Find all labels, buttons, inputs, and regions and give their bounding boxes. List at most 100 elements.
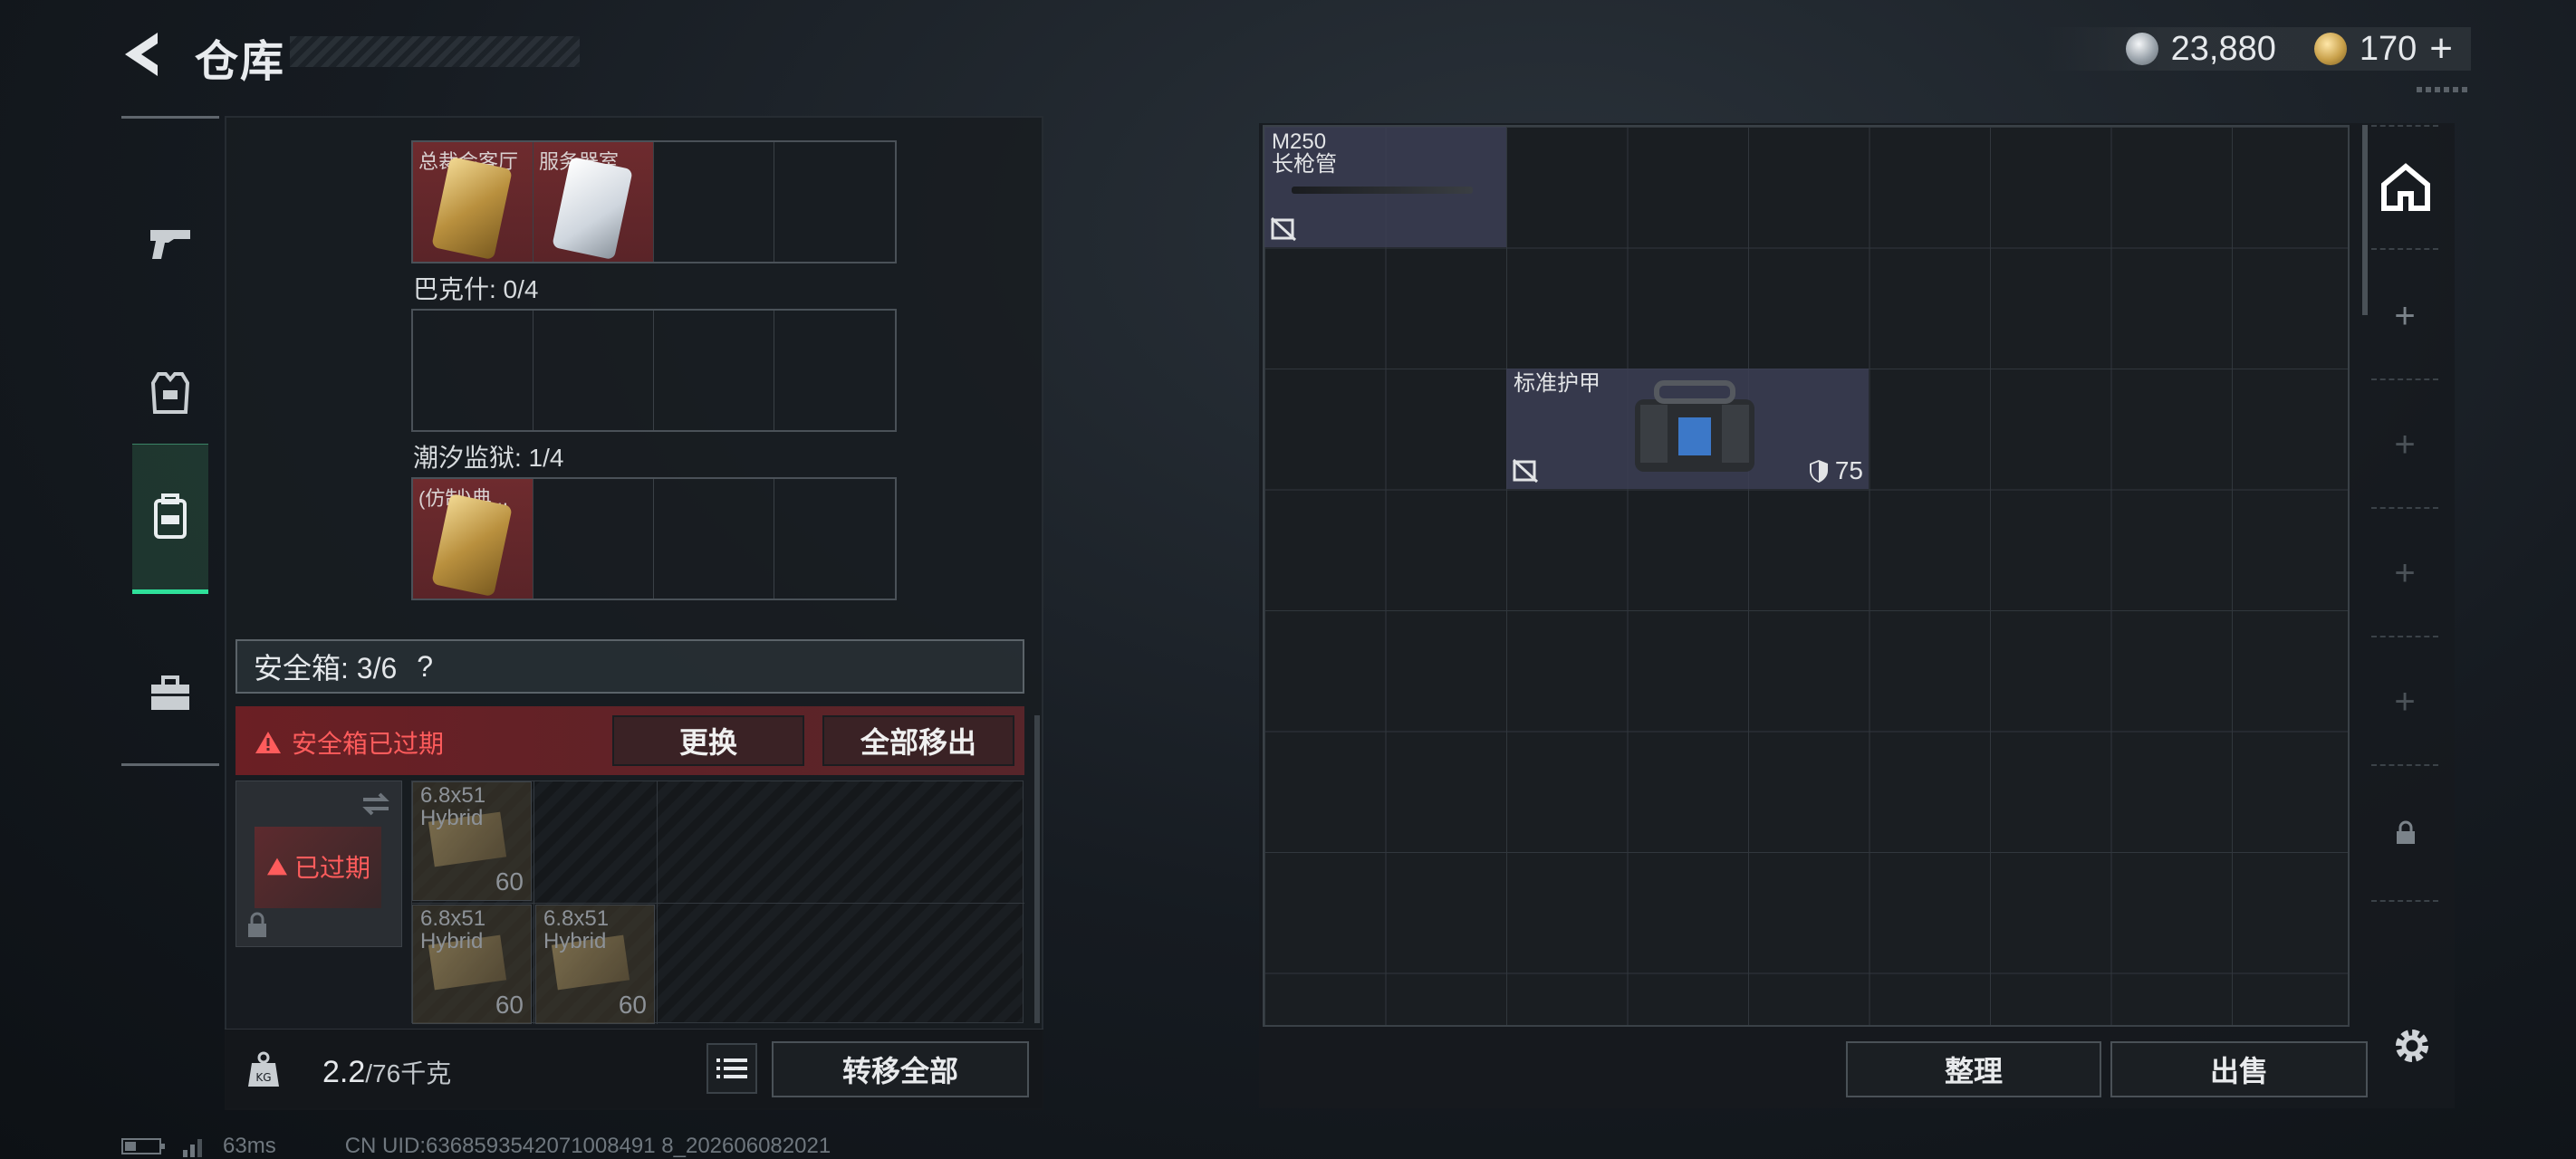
empty-slot[interactable] [533, 311, 654, 430]
category-rail [121, 116, 219, 766]
sort-button[interactable]: 整理 [1846, 1041, 2101, 1097]
tab-divider [2371, 764, 2438, 766]
lock-icon [248, 912, 266, 937]
decoration-dots [2417, 87, 2471, 92]
weight-display: 2.2/76千克 [322, 1054, 451, 1090]
empty-slot[interactable] [413, 311, 533, 430]
empty-slot[interactable] [774, 479, 895, 599]
list-view-button[interactable] [706, 1043, 757, 1094]
stash-grid: M250 长枪管 标准护甲 75 [1263, 125, 2350, 1027]
no-insure-icon [1512, 458, 1539, 484]
empty-slot[interactable] [654, 311, 774, 430]
gear-icon [2396, 1030, 2428, 1062]
toolbox-icon [151, 675, 189, 710]
expired-status: 已过期 [294, 854, 371, 882]
section-label: 潮汐监狱: 1/4 [413, 444, 564, 472]
ammo-name: 6.8x51 Hybrid [543, 906, 610, 954]
help-button[interactable]: ? [417, 650, 433, 684]
expired-message: 安全箱已过期 [254, 724, 444, 761]
rail-divider [121, 763, 219, 766]
rail-item-toolbox[interactable] [132, 648, 208, 739]
safebox-header: 安全箱: 3/6 ? [235, 639, 1024, 694]
armor-vest-icon [150, 372, 190, 414]
grid-divider [412, 903, 1024, 904]
lock-icon [2397, 820, 2415, 844]
no-insure-icon [1270, 216, 1297, 242]
swap-icon [362, 792, 389, 816]
sell-button[interactable]: 出售 [2110, 1041, 2368, 1097]
stash-item-barrel[interactable]: M250 长枪管 [1264, 127, 1506, 247]
silver-coin-icon [2125, 33, 2158, 65]
tab-divider [2371, 900, 2438, 902]
list-icon [716, 1058, 747, 1078]
keycard-slot[interactable]: 总裁会客厅 [413, 142, 533, 262]
keycard-grid-1: 总裁会客厅 服务器室 [411, 140, 897, 263]
gold-amount: 170 [2359, 29, 2417, 68]
section-label: 巴克什: 0/4 [413, 275, 539, 303]
add-tab-button[interactable]: + [2391, 426, 2418, 463]
stash-tabs: + + + + [2364, 125, 2446, 904]
add-tab-button[interactable]: + [2391, 555, 2418, 591]
durability-value: 75 [1834, 456, 1863, 484]
shield-icon [1809, 460, 1828, 483]
safebox-label: 安全箱: 3/6 [254, 652, 398, 685]
expired-banner: 安全箱已过期 更换 全部移出 [235, 706, 1024, 775]
uid-text: CN UID:6368593542071008491 8_20260608202… [344, 1134, 831, 1158]
durability: 75 [1808, 456, 1863, 485]
signal-icon [183, 1139, 202, 1157]
empty-slot[interactable] [654, 142, 774, 262]
ammo-item[interactable]: 6.8x51 Hybrid 60 [535, 905, 655, 1024]
ammo-name: 6.8x51 Hybrid [420, 783, 486, 831]
keycard-grid-3: (仿制)典... [411, 477, 897, 600]
expired-label: 已过期 [265, 848, 370, 885]
page-title: 仓库 [195, 38, 286, 86]
empty-slot[interactable] [654, 479, 774, 599]
tab-divider [2371, 125, 2438, 127]
ammo-item[interactable]: 6.8x51 Hybrid 60 [412, 905, 532, 1024]
status-bar: 63ms CN UID:6368593542071008491 8_202606… [121, 1134, 831, 1159]
svg-text:KG: KG [255, 1071, 271, 1084]
add-tab-button[interactable]: + [2391, 684, 2418, 720]
title-decoration [290, 36, 580, 67]
remove-all-button[interactable]: 全部移出 [822, 715, 1014, 766]
armor-bag-image [1635, 380, 1754, 472]
keycard-grid-2 [411, 309, 897, 432]
weight-icon: KG [248, 1051, 279, 1087]
tab-divider [2371, 248, 2438, 250]
keycard-slot[interactable]: (仿制)典... [413, 479, 533, 599]
replace-button[interactable]: 更换 [612, 715, 804, 766]
stash-item-armor[interactable]: 标准护甲 75 [1506, 369, 1869, 489]
gold-coin-icon [2313, 33, 2347, 65]
item-name: M250 长枪管 [1272, 129, 1337, 177]
warning-icon [255, 732, 281, 753]
add-tab-button[interactable]: + [2391, 298, 2418, 334]
rail-item-weapons[interactable] [132, 170, 208, 315]
empty-slot[interactable] [533, 479, 654, 599]
empty-slot[interactable] [774, 142, 895, 262]
left-scrollbar[interactable] [1034, 715, 1040, 1023]
tab-divider [2371, 378, 2438, 380]
barrel-image [1292, 187, 1473, 194]
add-currency-button[interactable]: + [2429, 26, 2453, 72]
back-button[interactable] [118, 27, 172, 81]
currency-display: 23,880 170 + [2043, 26, 2471, 72]
tab-main-stash[interactable] [2380, 161, 2431, 212]
weight-value: 2.2 [322, 1055, 366, 1089]
pistol-icon [150, 230, 190, 259]
empty-slot[interactable] [774, 311, 895, 430]
settings-button[interactable] [2389, 1023, 2435, 1068]
transfer-all-button[interactable]: 转移全部 [772, 1041, 1029, 1097]
keycard-slot[interactable]: 服务器室 [533, 142, 654, 262]
ammo-count: 60 [495, 867, 524, 896]
backpack-icon [154, 493, 187, 539]
item-name: 标准护甲 [1514, 371, 1600, 396]
rail-item-backpack[interactable] [132, 444, 208, 594]
safebox-slot[interactable]: 已过期 [235, 781, 402, 947]
safebox-grid: 6.8x51 Hybrid 60 6.8x51 Hybrid 60 6.8x51… [411, 781, 1024, 1024]
warning-icon [267, 857, 287, 876]
tab-divider [2371, 636, 2438, 637]
expired-text: 安全箱已过期 [292, 730, 445, 758]
ammo-item[interactable]: 6.8x51 Hybrid 60 [412, 781, 532, 901]
rail-divider [121, 116, 219, 119]
stash-house-icon [2381, 163, 2430, 211]
